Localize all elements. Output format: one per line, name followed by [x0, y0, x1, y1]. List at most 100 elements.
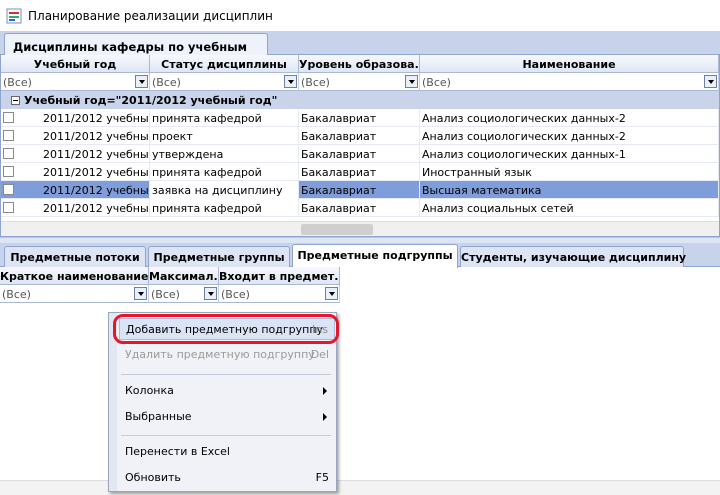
tab-subject-subgroups[interactable]: Предметные подгруппы — [292, 244, 458, 268]
filter-value: (Все) — [221, 288, 250, 301]
scrollbar-thumb[interactable] — [301, 224, 373, 235]
column-header-name[interactable]: Наименование — [420, 55, 719, 73]
menu-item-export-excel[interactable]: Перенести в Excel — [119, 441, 335, 463]
cell-level: Бакалавриат — [299, 181, 420, 199]
table-row[interactable]: 2011/2012 учебны... утверждена Бакалаври… — [1, 145, 719, 163]
menu-item-label: Удалить предметную подгруппу — [125, 348, 315, 361]
tab-subject-groups[interactable]: Предметные группы — [148, 246, 290, 267]
menu-item-shortcut: Del — [310, 348, 329, 361]
group-row[interactable]: Учебный год="2011/2012 учебный год" — [1, 91, 719, 109]
cell-level: Бакалавриат — [299, 127, 420, 145]
menu-item-label: Выбранные — [125, 410, 192, 423]
filter-value: (Все) — [2, 288, 31, 301]
column-header-year[interactable]: Учебный год — [1, 55, 150, 73]
cell-year: 2011/2012 учебны... — [41, 109, 150, 127]
cell-name: Анализ социологических данных-2 — [420, 109, 719, 127]
dropdown-arrow-icon[interactable] — [135, 75, 148, 88]
cell-year: 2011/2012 учебны... — [41, 181, 150, 199]
filter-value: (Все) — [3, 76, 32, 89]
table-row[interactable]: 2011/2012 учебны... принята кафедрой Бак… — [1, 109, 719, 127]
filter-name[interactable]: (Все) — [420, 73, 719, 91]
dropdown-arrow-icon[interactable] — [204, 287, 217, 300]
cell-status: проект — [150, 127, 299, 145]
title-bar: Планирование реализации дисциплин — [0, 0, 720, 32]
menu-item-column[interactable]: Колонка — [119, 380, 335, 402]
filter-short-name[interactable]: (Все) — [0, 285, 149, 303]
row-checkbox[interactable] — [3, 166, 14, 177]
row-checkbox[interactable] — [3, 184, 14, 195]
context-menu: Добавить предметную подгруппу Ins Удалит… — [108, 312, 337, 492]
cell-status: принята кафедрой — [150, 163, 299, 181]
cell-name: Анализ социологических данных-1 — [420, 145, 719, 163]
row-checkbox[interactable] — [3, 148, 14, 159]
row-checkbox[interactable] — [3, 130, 14, 141]
column-header-belongs[interactable]: Входит в предмет... — [219, 267, 340, 285]
menu-gutter — [109, 313, 117, 491]
filter-level[interactable]: (Все) — [299, 73, 420, 91]
tab-students[interactable]: Студенты, изучающие дисциплину — [460, 246, 686, 267]
cell-year: 2011/2012 учебны... — [41, 199, 150, 217]
column-header-level[interactable]: Уровень образова... — [299, 55, 420, 73]
filter-max[interactable]: (Все) — [149, 285, 219, 303]
menu-item-shortcut: Ins — [312, 323, 328, 336]
menu-item-label: Колонка — [125, 384, 174, 397]
collapse-icon[interactable] — [11, 96, 20, 105]
submenu-arrow-icon — [323, 413, 327, 421]
cell-level: Бакалавриат — [299, 199, 420, 217]
disciplines-grid: Учебный год Статус дисциплины Уровень об… — [0, 55, 720, 237]
tab-disciplines-by-year[interactable]: Дисциплины кафедры по учебным годам — [4, 33, 268, 68]
cell-status: принята кафедрой — [150, 199, 299, 217]
dropdown-arrow-icon[interactable] — [704, 75, 717, 88]
menu-separator — [121, 374, 331, 375]
dropdown-arrow-icon[interactable] — [405, 75, 418, 88]
horizontal-scrollbar[interactable] — [1, 221, 719, 236]
menu-item-selected[interactable]: Выбранные — [119, 406, 335, 428]
cell-level: Бакалавриат — [299, 145, 420, 163]
cell-level: Бакалавриат — [299, 109, 420, 127]
cell-year: 2011/2012 учебны... — [41, 163, 150, 181]
cell-name: Высшая математика — [420, 181, 719, 199]
menu-item-delete-subgroup[interactable]: Удалить предметную подгруппу Del — [119, 344, 335, 366]
cell-name: Анализ социальных сетей — [420, 199, 719, 217]
filter-status[interactable]: (Все) — [150, 73, 299, 91]
filter-belongs[interactable]: (Все) — [219, 285, 340, 303]
cell-status: заявка на дисциплину — [150, 181, 299, 199]
cell-name: Иностранный язык — [420, 163, 719, 181]
filter-value: (Все) — [152, 76, 181, 89]
menu-item-refresh[interactable]: Обновить F5 — [119, 467, 335, 489]
table-row[interactable]: 2011/2012 учебны... принята кафедрой Бак… — [1, 163, 719, 181]
cell-level: Бакалавриат — [299, 163, 420, 181]
menu-item-add-subgroup[interactable]: Добавить предметную подгруппу Ins — [119, 318, 335, 340]
cell-name: Анализ социологических данных-2 — [420, 127, 719, 145]
table-row[interactable]: 2011/2012 учебны... принята кафедрой Бак… — [1, 199, 719, 217]
dropdown-arrow-icon[interactable] — [284, 75, 297, 88]
cell-year: 2011/2012 учебны... — [41, 145, 150, 163]
app-icon — [6, 8, 22, 24]
filter-year[interactable]: (Все) — [1, 73, 150, 91]
table-row[interactable]: 2011/2012 учебны... проект Бакалавриат А… — [1, 127, 719, 145]
cell-status: принята кафедрой — [150, 109, 299, 127]
filter-value: (Все) — [422, 76, 451, 89]
filter-value: (Все) — [151, 288, 180, 301]
column-header-status[interactable]: Статус дисциплины — [150, 55, 299, 73]
submenu-arrow-icon — [323, 387, 327, 395]
row-checkbox[interactable] — [3, 112, 14, 123]
dropdown-arrow-icon[interactable] — [325, 287, 338, 300]
column-header-max[interactable]: Максимал... — [149, 267, 219, 285]
menu-item-label: Добавить предметную подгруппу — [126, 323, 324, 336]
subgroups-grid: Краткое наименование Максимал... Входит … — [0, 267, 340, 303]
menu-item-shortcut: F5 — [315, 471, 329, 484]
cell-status: утверждена — [150, 145, 299, 163]
menu-item-label: Обновить — [125, 471, 181, 484]
dropdown-arrow-icon[interactable] — [134, 287, 147, 300]
column-header-short-name[interactable]: Краткое наименование — [0, 267, 149, 285]
tab-subject-streams[interactable]: Предметные потоки — [4, 246, 146, 267]
group-label: Учебный год="2011/2012 учебный год" — [24, 94, 278, 107]
window-title: Планирование реализации дисциплин — [28, 9, 273, 23]
table-row-selected[interactable]: 2011/2012 учебны... заявка на дисциплину… — [1, 181, 719, 199]
top-tab-strip: Дисциплины кафедры по учебным годам — [0, 31, 720, 68]
menu-separator — [121, 435, 331, 436]
menu-item-label: Перенести в Excel — [125, 445, 230, 458]
row-checkbox[interactable] — [3, 202, 14, 213]
cell-year: 2011/2012 учебны... — [41, 127, 150, 145]
